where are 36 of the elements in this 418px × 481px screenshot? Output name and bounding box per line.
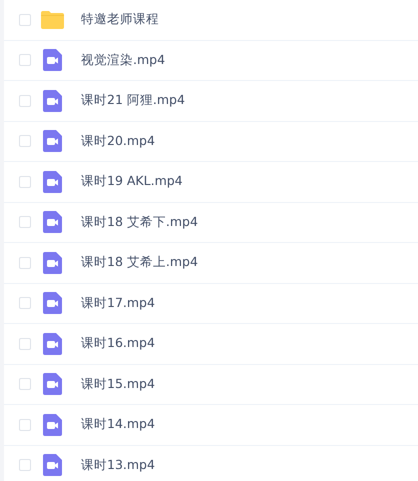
file-name[interactable]: 课时14.mp4 xyxy=(81,416,155,434)
video-file-icon xyxy=(43,90,62,112)
checkbox[interactable] xyxy=(19,135,31,148)
video-file-icon xyxy=(43,130,62,152)
file-name[interactable]: 课时16.mp4 xyxy=(81,335,155,352)
checkbox[interactable] xyxy=(19,176,31,188)
video-file-icon xyxy=(43,292,62,314)
file-name[interactable]: 课时19 AKL.mp4 xyxy=(81,173,183,190)
file-name[interactable]: 视觉渲染.mp4 xyxy=(81,52,166,69)
checkbox[interactable] xyxy=(19,216,31,228)
file-name[interactable]: 课时18 艾希下.mp4 xyxy=(81,214,198,231)
folder-icon xyxy=(41,10,64,29)
file-name[interactable]: 课时18 艾希上.mp4 xyxy=(81,254,198,272)
checkbox[interactable] xyxy=(19,378,31,390)
file-name[interactable]: 课时21 阿狸.mp4 xyxy=(81,92,185,110)
file-name[interactable]: 课时13.mp4 xyxy=(81,456,155,474)
video-file-icon xyxy=(43,49,62,72)
video-file-icon xyxy=(43,252,62,274)
file-name[interactable]: 课时17.mp4 xyxy=(81,294,155,312)
video-file-icon xyxy=(43,454,62,476)
file-name[interactable]: 课时20.mp4 xyxy=(81,132,155,150)
checkbox[interactable] xyxy=(19,14,31,26)
checkbox[interactable] xyxy=(19,256,31,269)
checkbox[interactable] xyxy=(19,338,31,350)
video-file-icon xyxy=(43,211,62,234)
video-file-icon xyxy=(43,170,62,193)
checkbox[interactable] xyxy=(19,94,31,107)
checkbox[interactable] xyxy=(19,54,31,66)
file-name[interactable]: 特邀老师课程 xyxy=(81,11,159,28)
checkbox[interactable] xyxy=(19,459,31,472)
video-file-icon xyxy=(43,414,62,436)
file-name[interactable]: 课时15.mp4 xyxy=(81,376,155,393)
video-file-icon xyxy=(43,373,62,396)
video-file-icon xyxy=(43,332,62,355)
checkbox[interactable] xyxy=(19,418,31,431)
checkbox[interactable] xyxy=(19,297,31,310)
